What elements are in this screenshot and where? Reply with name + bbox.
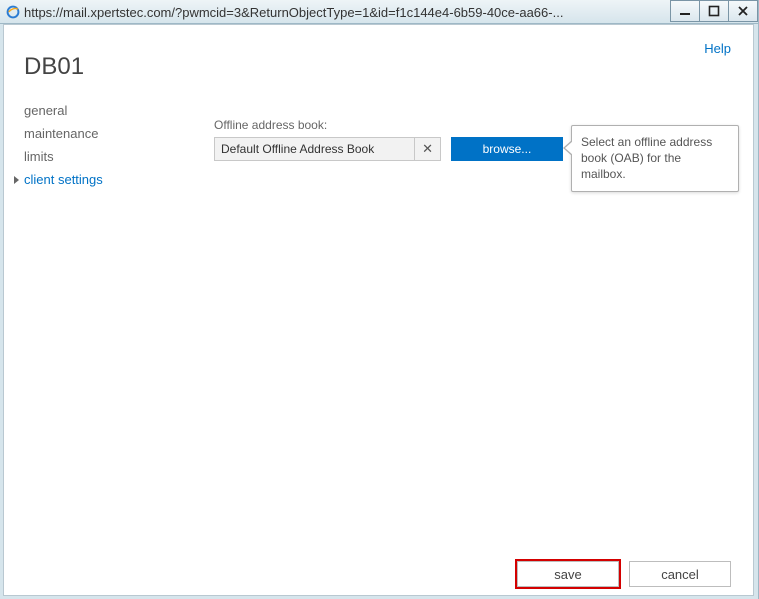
browse-button[interactable]: browse... — [451, 137, 563, 161]
address-bar-url: https://mail.xpertstec.com/?pwmcid=3&Ret… — [24, 4, 671, 20]
callout-text: Select an offline address book (OAB) for… — [581, 135, 712, 181]
ie-icon — [6, 5, 20, 19]
caret-right-icon — [14, 176, 19, 184]
content-frame: Help DB01 general maintenance limits cli… — [3, 24, 754, 596]
sidebar-nav: general maintenance limits client settin… — [24, 103, 194, 195]
help-link[interactable]: Help — [704, 41, 731, 56]
oab-picker-row: Default Offline Address Book ✕ browse... — [214, 137, 563, 161]
oab-field-label: Offline address book: — [214, 118, 563, 132]
nav-item-general[interactable]: general — [24, 103, 194, 118]
window-titlebar: https://mail.xpertstec.com/?pwmcid=3&Ret… — [0, 0, 758, 24]
oab-selected-value[interactable]: Default Offline Address Book — [214, 137, 414, 161]
help-callout: Select an offline address book (OAB) for… — [571, 125, 739, 192]
window-controls — [671, 0, 758, 23]
save-button[interactable]: save — [517, 561, 619, 587]
nav-item-client-settings[interactable]: client settings — [24, 172, 194, 187]
minimize-button[interactable] — [670, 0, 700, 22]
close-button[interactable] — [728, 0, 758, 22]
page-title: DB01 — [24, 53, 84, 81]
cancel-button[interactable]: cancel — [629, 561, 731, 587]
popup-window: https://mail.xpertstec.com/?pwmcid=3&Ret… — [0, 0, 759, 599]
dialog-footer: save cancel — [507, 561, 731, 587]
form-area: Offline address book: Default Offline Ad… — [214, 118, 563, 161]
nav-item-limits[interactable]: limits — [24, 149, 194, 164]
nav-item-label: client settings — [24, 172, 103, 187]
clear-oab-button[interactable]: ✕ — [414, 137, 441, 161]
close-icon: ✕ — [422, 141, 433, 157]
maximize-button[interactable] — [699, 0, 729, 22]
window-resize-edge[interactable] — [755, 24, 758, 599]
nav-item-maintenance[interactable]: maintenance — [24, 126, 194, 141]
